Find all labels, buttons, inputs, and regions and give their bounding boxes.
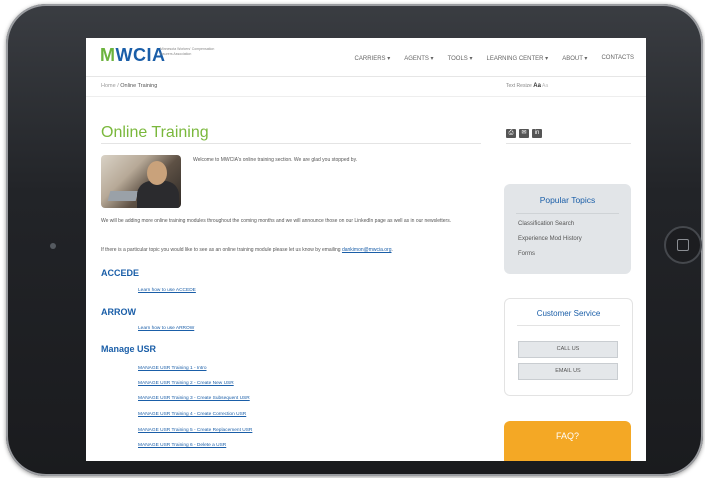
text-resize: Text Resize Aa Aa — [506, 83, 549, 89]
customer-service-title: Customer Service — [536, 309, 601, 318]
contact-paragraph: If there is a particular topic you would… — [101, 247, 393, 253]
link-accede[interactable]: Learn how to use ACCEDE — [138, 288, 196, 293]
topic-classification-search[interactable]: Classification Search — [518, 221, 574, 227]
email-us-button[interactable]: EMAIL US — [518, 363, 618, 380]
share-divider — [506, 143, 631, 144]
nav-carriers[interactable]: CARRIERS ▾ — [355, 55, 391, 62]
link-usr-1[interactable]: MANAGE USR Training 1 - Intro — [138, 366, 207, 371]
nav-tools[interactable]: TOOLS ▾ — [448, 55, 473, 62]
call-us-button[interactable]: CALL US — [518, 341, 618, 358]
link-usr-2[interactable]: MANAGE USR Training 2 - Create New USR — [138, 381, 234, 386]
breadcrumb-current: Online Training — [120, 83, 158, 89]
faq-button[interactable]: FAQ? — [504, 421, 631, 461]
link-usr-6[interactable]: MANAGE USR Training 6 - Delete a USR — [138, 443, 226, 448]
camera-dot — [50, 243, 56, 249]
home-button[interactable] — [664, 226, 702, 264]
share-bar: ⎙ ✉ in — [506, 129, 542, 138]
page-title: Online Training — [101, 124, 209, 141]
welcome-text: Welcome to MWCIA's online training secti… — [193, 157, 358, 163]
intro-paragraph: We will be adding more online training m… — [101, 218, 452, 224]
breadcrumb-home[interactable]: Home — [101, 83, 116, 89]
home-square-icon — [677, 239, 689, 251]
section-heading-accede: ACCEDE — [101, 268, 140, 278]
logo-subtitle: Minnesota Workers' Compensation Insurers… — [160, 47, 215, 56]
topic-experience-mod-history[interactable]: Experience Mod History — [518, 236, 582, 242]
browser-screen: MWCIA Minnesota Workers' Compensation In… — [86, 38, 646, 461]
linkedin-icon[interactable]: in — [532, 129, 542, 138]
popular-topics-title: Popular Topics — [539, 195, 596, 205]
faq-label: FAQ? — [555, 431, 579, 441]
nav-about[interactable]: ABOUT ▾ — [562, 55, 587, 62]
link-usr-4[interactable]: MANAGE USR Training 4 - Create Correctio… — [138, 412, 246, 417]
popular-topics-box: Popular Topics Classification Search Exp… — [504, 184, 631, 274]
breadcrumb: Home / Online Training — [101, 83, 158, 89]
link-usr-3[interactable]: MANAGE USR Training 3 - Create Subsequen… — [138, 396, 250, 401]
tablet-frame: MWCIA Minnesota Workers' Compensation In… — [6, 4, 703, 476]
text-size-small[interactable]: Aa — [542, 83, 548, 89]
email-link[interactable]: dankimon@mwcia.org — [342, 247, 392, 253]
text-size-large[interactable]: Aa — [533, 83, 541, 89]
section-heading-manage-usr: Manage USR — [101, 344, 157, 354]
nav-learning-center[interactable]: LEARNING CENTER ▾ — [487, 55, 549, 62]
training-photo — [101, 155, 181, 208]
mwcia-logo[interactable]: MWCIA — [100, 45, 166, 66]
section-heading-arrow: ARROW — [101, 307, 136, 317]
main-nav: CARRIERS ▾ AGENTS ▾ TOOLS ▾ LEARNING CEN… — [355, 55, 634, 62]
nav-contacts[interactable]: CONTACTS — [601, 55, 634, 62]
breadcrumb-bar: Home / Online Training Text Resize Aa Aa — [86, 76, 646, 97]
link-usr-5[interactable]: MANAGE USR Training 5 - Create Replaceme… — [138, 428, 252, 433]
email-icon[interactable]: ✉ — [519, 129, 529, 138]
print-icon[interactable]: ⎙ — [506, 129, 516, 138]
title-divider — [101, 143, 481, 144]
customer-service-box: Customer Service CALL US EMAIL US — [504, 298, 633, 396]
link-arrow[interactable]: Learn how to use ARROW — [138, 326, 194, 331]
nav-agents[interactable]: AGENTS ▾ — [404, 55, 433, 62]
site-header: MWCIA Minnesota Workers' Compensation In… — [86, 38, 646, 77]
topic-forms[interactable]: Forms — [518, 251, 535, 257]
